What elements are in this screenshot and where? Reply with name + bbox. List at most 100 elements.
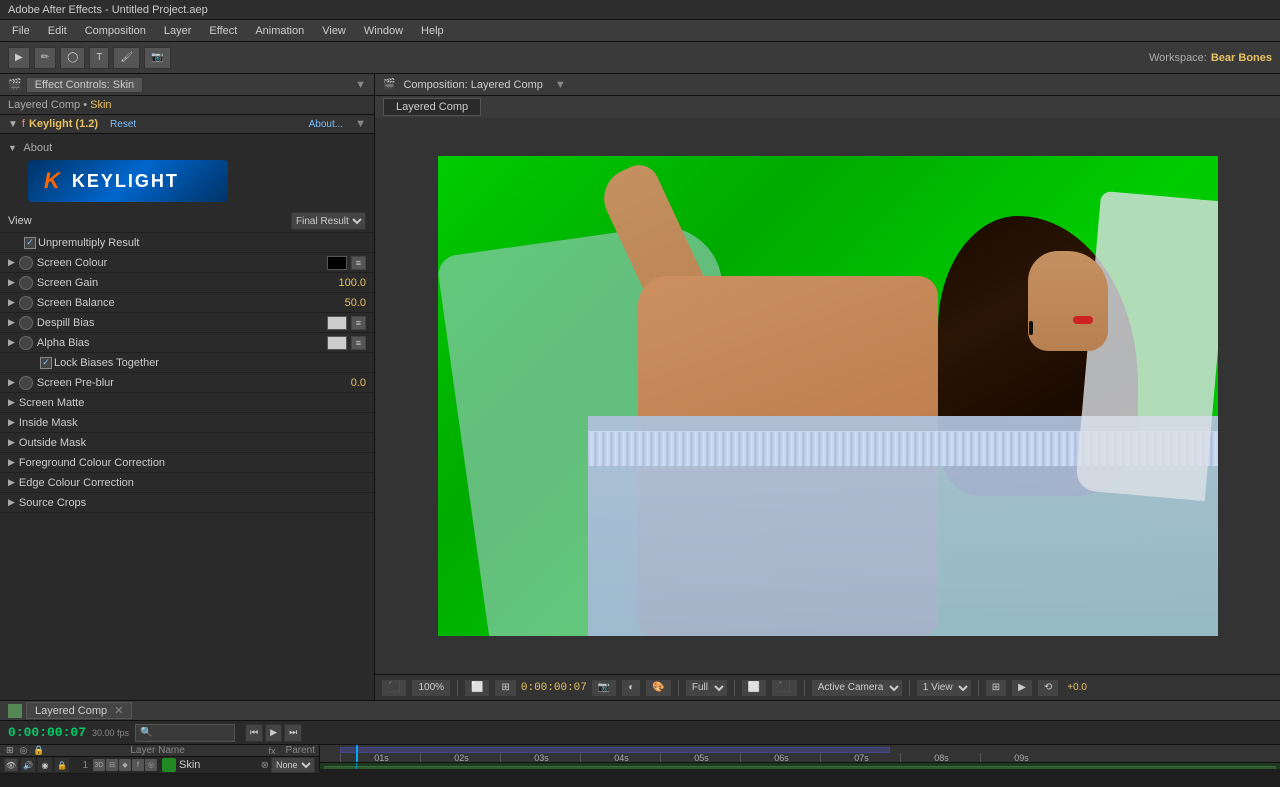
alpha-gradient[interactable]: ≡ — [351, 336, 366, 350]
inside-mask-row: ▶ Inside Mask — [0, 413, 374, 433]
about-expand[interactable]: ▼ — [8, 143, 17, 153]
screen-gain-expand[interactable]: ▶ — [8, 277, 15, 288]
menu-edit[interactable]: Edit — [40, 23, 75, 39]
viewer-sep3 — [734, 680, 735, 696]
screen-colour-gradient[interactable]: ≡ — [351, 256, 366, 270]
toolbar-shape[interactable]: ◯ — [60, 47, 85, 69]
alpha-swatch[interactable] — [327, 336, 347, 350]
menu-file[interactable]: File — [4, 23, 38, 39]
toolbar-brush[interactable]: 🖌 — [113, 47, 140, 69]
menu-animation[interactable]: Animation — [247, 23, 312, 39]
timeline-play-btn[interactable]: ▶ — [265, 724, 282, 742]
viewer-fit-btn[interactable]: ⬜ — [464, 679, 490, 697]
effect-controls-panel: Layered Comp • Skin ▼ f Keylight (1.2) R… — [0, 96, 374, 700]
viewer-show-alpha-btn[interactable]: ◐ — [621, 679, 641, 697]
viewer-resolution-select[interactable]: Full — [685, 679, 728, 697]
screen-colour-swatch[interactable] — [327, 256, 347, 270]
layer-3d-toggle[interactable]: 3D — [93, 759, 105, 771]
timeline-playhead[interactable] — [356, 745, 358, 762]
viewer-play-btn[interactable]: ⬛ — [381, 679, 407, 697]
despill-gradient[interactable]: ≡ — [351, 316, 366, 330]
viewer-toggle-transparency-btn[interactable]: ⬜ — [741, 679, 767, 697]
preblur-value[interactable]: 0.0 — [351, 377, 366, 389]
preblur-stopwatch[interactable] — [19, 376, 33, 390]
viewer-camera-select[interactable]: Active Camera — [811, 679, 903, 697]
despill-stopwatch[interactable] — [19, 316, 33, 330]
toolbar-text[interactable]: T — [89, 47, 109, 69]
preblur-expand[interactable]: ▶ — [8, 377, 15, 388]
inside-mask-expand[interactable]: ▶ — [8, 417, 15, 428]
layer-audio-toggle[interactable]: 🔊 — [21, 758, 35, 772]
menu-composition[interactable]: Composition — [77, 23, 154, 39]
viewer-zoom-btn[interactable]: 100% — [411, 679, 451, 697]
menu-effect[interactable]: Effect — [201, 23, 245, 39]
viewer-color-btn[interactable]: 🎨 — [645, 679, 671, 697]
screen-balance-value[interactable]: 50.0 — [345, 297, 366, 309]
timeline-prev-frame[interactable]: ⏮ — [245, 724, 263, 742]
effect-toggle-icon[interactable]: f — [22, 118, 25, 130]
lock-biases-checkbox[interactable] — [40, 357, 52, 369]
toolbar-select[interactable]: ▶ — [8, 47, 30, 69]
alpha-stopwatch[interactable] — [19, 336, 33, 350]
layer-parent-select[interactable]: None — [271, 757, 315, 773]
timeline-tab[interactable]: Layered Comp ✕ — [26, 702, 132, 719]
despill-bias-expand[interactable]: ▶ — [8, 317, 15, 328]
viewer-snapshot-btn[interactable]: 📷 — [591, 679, 617, 697]
timeline-tab-close[interactable]: ✕ — [114, 705, 123, 717]
view-dropdown[interactable]: Final Result — [291, 212, 366, 230]
screen-colour-stopwatch[interactable] — [19, 256, 33, 270]
toolbar-pen[interactable]: ✏ — [34, 47, 56, 69]
layer-ctrl-lock[interactable]: 🔒 — [31, 745, 46, 756]
layer-eye-toggle[interactable]: 👁 — [4, 758, 18, 772]
layer-solo-toggle[interactable]: ◉ — [38, 758, 52, 772]
screen-balance-expand[interactable]: ▶ — [8, 297, 15, 308]
outside-mask-expand[interactable]: ▶ — [8, 437, 15, 448]
edge-colour-expand[interactable]: ▶ — [8, 477, 15, 488]
layer-motion-blur-toggle[interactable]: ◎ — [145, 759, 157, 771]
layer-quality-toggle[interactable]: ◆ — [119, 759, 131, 771]
toolbar-camera[interactable]: 📷 — [144, 47, 170, 69]
effect-expand-icon[interactable]: ▼ — [8, 119, 18, 130]
layer-ctrl-solo[interactable]: ◎ — [18, 745, 30, 756]
viewer-3d-btn[interactable]: ⊞ — [985, 679, 1007, 697]
comp-panel-menu[interactable]: ▼ — [555, 79, 566, 91]
screen-matte-expand[interactable]: ▶ — [8, 397, 15, 408]
comp-header: 🎬 Composition: Layered Comp ▼ — [375, 74, 1280, 96]
timeline-next-frame[interactable]: ⏭ — [284, 724, 302, 742]
effect-controls-tab[interactable]: Effect Controls: Skin — [26, 77, 143, 93]
menu-window[interactable]: Window — [356, 23, 411, 39]
layer-effects-toggle[interactable]: f — [132, 759, 144, 771]
menu-view[interactable]: View — [314, 23, 354, 39]
viewer-pixels-btn[interactable]: ⬛ — [771, 679, 797, 697]
unpremultiply-checkbox[interactable] — [24, 237, 36, 249]
menu-help[interactable]: Help — [413, 23, 452, 39]
effect-options-icon[interactable]: ▼ — [355, 118, 366, 130]
timeline-search[interactable] — [135, 724, 235, 742]
layer-name[interactable]: Skin — [179, 759, 200, 771]
panel-close[interactable]: ▼ — [355, 79, 366, 91]
layer-collapse-toggle[interactable]: ⊟ — [106, 759, 118, 771]
viewer-view-select[interactable]: 1 View — [916, 679, 972, 697]
time-display[interactable]: 0:00:00:07 — [8, 725, 86, 740]
despill-swatch[interactable] — [327, 316, 347, 330]
layer-fx-label: fx — [269, 746, 276, 756]
effect-about-btn[interactable]: About... — [309, 119, 343, 130]
menu-layer[interactable]: Layer — [156, 23, 200, 39]
alpha-bias-expand[interactable]: ▶ — [8, 337, 15, 348]
viewer-render-btn[interactable]: ▶ — [1011, 679, 1033, 697]
layer-ctrl-expand[interactable]: ⊞ — [4, 745, 16, 756]
track-bar-1[interactable] — [324, 766, 1276, 769]
screen-gain-value[interactable]: 100.0 — [338, 277, 366, 289]
source-crops-expand[interactable]: ▶ — [8, 497, 15, 508]
work-area-bar[interactable] — [340, 747, 890, 753]
effect-reset-btn[interactable]: Reset — [110, 119, 136, 130]
fg-colour-expand[interactable]: ▶ — [8, 457, 15, 468]
screen-gain-stopwatch[interactable] — [19, 276, 33, 290]
viewer-grid-btn[interactable]: ⊞ — [494, 679, 516, 697]
viewer-reset-btn[interactable]: ⟲ — [1037, 679, 1059, 697]
screen-colour-expand[interactable]: ▶ — [8, 257, 15, 268]
comp-panel-title: Composition: Layered Comp — [403, 79, 542, 91]
screen-balance-stopwatch[interactable] — [19, 296, 33, 310]
comp-tab-layered[interactable]: Layered Comp — [383, 98, 481, 116]
layer-lock-toggle[interactable]: 🔒 — [55, 758, 69, 772]
